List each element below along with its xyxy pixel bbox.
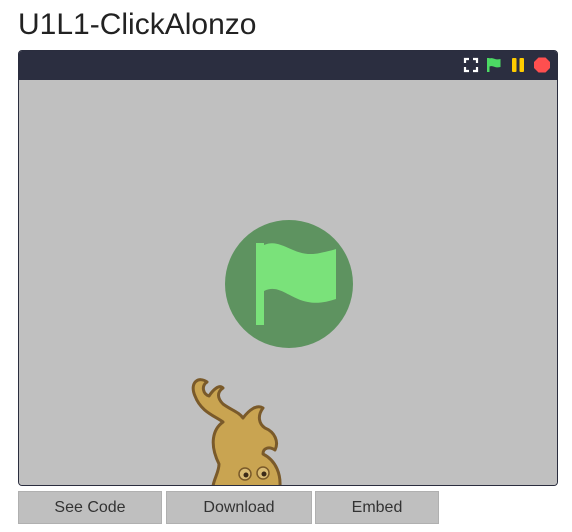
stage[interactable] bbox=[19, 80, 557, 485]
green-flag-icon[interactable] bbox=[485, 56, 503, 74]
see-code-button[interactable]: See Code bbox=[18, 491, 162, 524]
download-button[interactable]: Download bbox=[166, 491, 312, 524]
project-title: U1L1-ClickAlonzo bbox=[18, 8, 257, 41]
start-flag-overlay[interactable] bbox=[224, 219, 354, 349]
alonzo-sprite[interactable] bbox=[179, 374, 299, 485]
green-flag-icon bbox=[225, 220, 353, 348]
pause-icon[interactable] bbox=[509, 56, 527, 74]
page: U1L1-ClickAlonzo See Code Download Embed bbox=[0, 0, 572, 532]
snap-player bbox=[18, 50, 558, 486]
fullscreen-icon[interactable] bbox=[462, 56, 480, 74]
stop-icon[interactable] bbox=[533, 56, 551, 74]
player-control-bar bbox=[19, 51, 557, 80]
embed-button[interactable]: Embed bbox=[315, 491, 439, 524]
